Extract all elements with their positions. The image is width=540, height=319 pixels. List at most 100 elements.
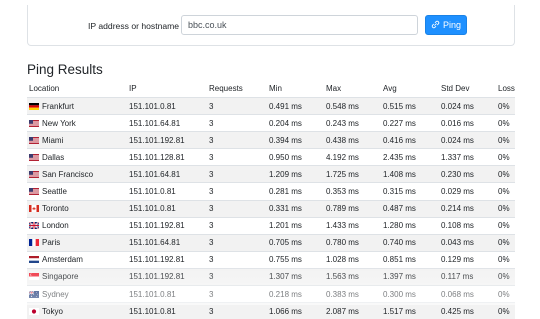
- results-table: Location IP Requests Min Max Avg Std Dev…: [27, 80, 515, 319]
- std-dev-cell: 0.043 ms: [439, 233, 496, 252]
- requests-cell: 3: [207, 250, 267, 269]
- requests-cell: 3: [207, 199, 267, 218]
- min-cell: 0.281 ms: [267, 182, 324, 201]
- ip-cell: 151.101.0.81: [127, 302, 207, 319]
- flag-sg-icon: [29, 273, 39, 281]
- std-dev-cell: 0.108 ms: [439, 216, 496, 235]
- host-input[interactable]: [181, 15, 418, 35]
- table-row: San Francisco 151.101.64.81 3 1.209 ms 1.725…: [27, 165, 515, 183]
- flag-au-icon: [28, 290, 39, 298]
- location-cell: London: [27, 216, 127, 235]
- flag-gb-icon: [28, 221, 40, 230]
- location-name: New York: [42, 118, 76, 128]
- location-name: Tokyo: [42, 306, 63, 316]
- loss-cell: 0%: [496, 267, 515, 286]
- flag-de-icon: [29, 102, 39, 110]
- avg-cell: 0.416 ms: [381, 131, 439, 149]
- avg-cell: 1.517 ms: [381, 302, 439, 319]
- flag-jp-icon: [29, 307, 39, 315]
- max-cell: 0.780 ms: [324, 233, 381, 252]
- table-row: New York 151.101.64.81 3 0.204 ms 0.243 ms 0.…: [27, 114, 515, 132]
- flag-us-icon: [29, 119, 39, 127]
- std-dev-cell: 0.214 ms: [439, 199, 496, 218]
- column-header: Avg: [381, 80, 439, 98]
- min-cell: 0.705 ms: [267, 233, 324, 252]
- location-name: San Francisco: [42, 169, 94, 179]
- location-name: Paris: [42, 238, 61, 248]
- min-cell: 0.950 ms: [267, 148, 324, 166]
- location-name: Toronto: [42, 204, 69, 214]
- table-row: Seattle 151.101.0.81 3 0.281 ms 0.353 ms 0.31…: [27, 182, 515, 201]
- ip-cell: 151.101.64.81: [127, 165, 207, 183]
- flag-ca-icon: [29, 205, 39, 213]
- ip-cell: 151.101.0.81: [127, 285, 207, 303]
- avg-cell: 0.227 ms: [381, 114, 439, 132]
- table-header-row: Location IP Requests Min Max Avg Std Dev…: [27, 80, 515, 98]
- location-cell: New York: [27, 114, 127, 132]
- flag-fr-icon: [29, 239, 39, 247]
- std-dev-cell: 0.425 ms: [439, 302, 496, 319]
- avg-cell: 1.280 ms: [381, 216, 439, 235]
- std-dev-cell: 0.129 ms: [439, 250, 496, 269]
- location-cell: Toronto: [27, 199, 127, 218]
- ip-cell: 151.101.192.81: [127, 216, 207, 235]
- std-dev-cell: 0.016 ms: [439, 114, 496, 132]
- ip-cell: 151.101.128.81: [127, 148, 207, 166]
- loss-cell: 0%: [496, 233, 515, 252]
- avg-cell: 0.315 ms: [381, 182, 439, 201]
- ip-cell: 151.101.0.81: [127, 182, 207, 201]
- ip-cell: 151.101.64.81: [127, 114, 207, 132]
- std-dev-cell: 0.230 ms: [439, 165, 496, 183]
- max-cell: 4.192 ms: [324, 148, 381, 166]
- max-cell: 0.548 ms: [324, 96, 381, 115]
- min-cell: 0.394 ms: [267, 131, 324, 149]
- loss-cell: 0%: [496, 216, 515, 235]
- column-header: Std Dev: [439, 80, 496, 98]
- table-row: Miami 151.101.192.81 3 0.394 ms 0.438 ms 0.41…: [27, 131, 515, 149]
- avg-cell: 0.851 ms: [381, 250, 439, 269]
- loss-cell: 0%: [496, 182, 515, 201]
- min-cell: 1.209 ms: [267, 165, 324, 183]
- loss-cell: 0%: [496, 285, 515, 303]
- requests-cell: 3: [207, 285, 267, 303]
- location-cell: Dallas: [27, 148, 127, 166]
- table-row: Amsterdam 151.101.192.81 3 0.755 ms 1.028 ms…: [27, 250, 515, 269]
- std-dev-cell: 0.068 ms: [439, 285, 496, 303]
- ip-cell: 151.101.0.81: [127, 96, 207, 115]
- loss-cell: 0%: [496, 165, 515, 183]
- requests-cell: 3: [207, 182, 267, 201]
- flag-us-icon: [29, 188, 39, 196]
- flag-us-icon: [29, 136, 39, 144]
- ip-cell: 151.101.192.81: [127, 250, 207, 269]
- table-row: London 151.101.192.81 3 1.201 ms 1.433 ms 1.2…: [27, 216, 515, 235]
- location-name: Frankfurt: [42, 101, 75, 111]
- requests-cell: 3: [207, 267, 267, 286]
- loss-cell: 0%: [496, 199, 515, 218]
- flag-us-icon: [29, 153, 39, 161]
- location-cell: Miami: [27, 131, 127, 149]
- requests-cell: 3: [207, 233, 267, 252]
- avg-cell: 0.300 ms: [381, 285, 439, 303]
- std-dev-cell: 0.024 ms: [439, 131, 496, 149]
- requests-cell: 3: [207, 131, 267, 149]
- table-row: Paris 151.101.64.81 3 0.705 ms 0.780 ms 0.740…: [27, 233, 515, 252]
- flag-us-icon: [29, 170, 39, 178]
- max-cell: 0.438 ms: [324, 131, 381, 149]
- ip-cell: 151.101.192.81: [127, 267, 207, 286]
- location-cell: San Francisco: [27, 165, 127, 183]
- std-dev-cell: 0.117 ms: [439, 267, 496, 286]
- min-cell: 0.331 ms: [267, 199, 324, 218]
- max-cell: 1.563 ms: [324, 267, 381, 286]
- flag-nl-icon: [29, 256, 39, 264]
- std-dev-cell: 0.024 ms: [439, 96, 496, 115]
- ping-button[interactable]: Ping: [425, 15, 467, 35]
- ip-cell: 151.101.64.81: [127, 233, 207, 252]
- avg-cell: 0.740 ms: [381, 233, 439, 252]
- max-cell: 1.028 ms: [324, 250, 381, 269]
- requests-cell: 3: [207, 216, 267, 235]
- location-cell: Amsterdam: [27, 250, 127, 269]
- host-label: IP address or hostname: [88, 21, 180, 31]
- location-cell: Paris: [27, 233, 127, 252]
- location-name: Amsterdam: [42, 255, 83, 265]
- avg-cell: 1.397 ms: [381, 267, 439, 286]
